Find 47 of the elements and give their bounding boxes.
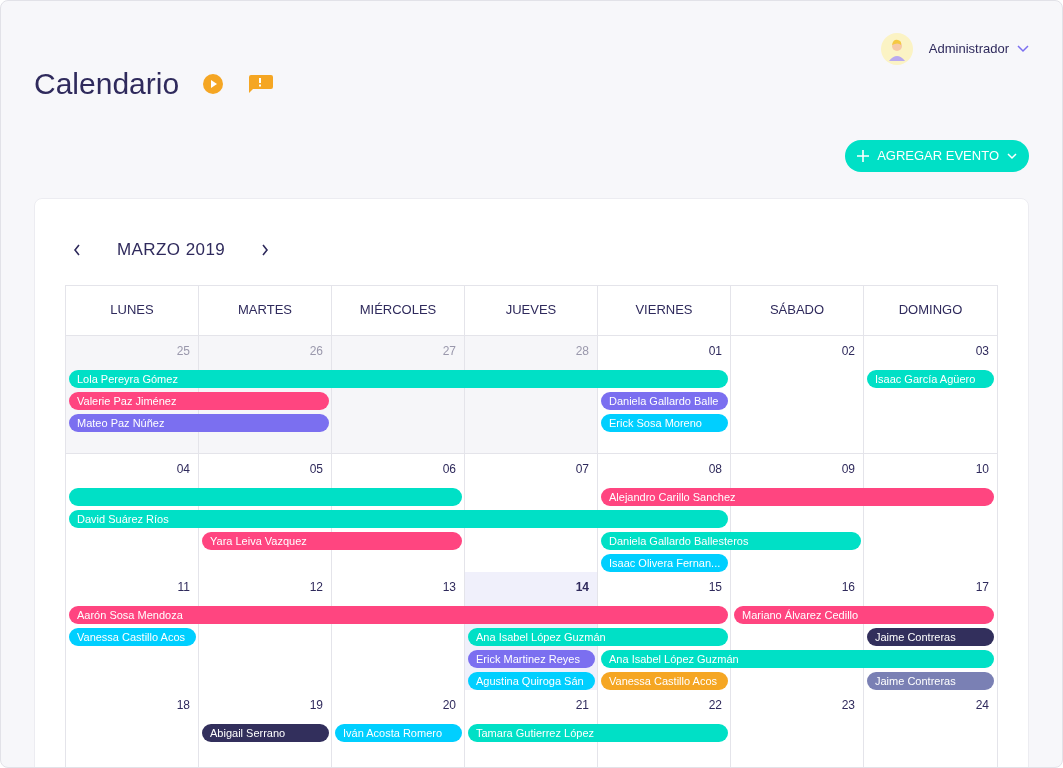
weekday-header: SÁBADO <box>731 285 864 335</box>
alert-message-icon[interactable] <box>247 74 274 93</box>
chevron-down-icon[interactable] <box>1017 45 1029 53</box>
chevron-right-icon <box>261 243 270 256</box>
add-event-button[interactable]: AGREGAR EVENTO <box>845 140 1029 172</box>
day-number: 07 <box>575 460 589 478</box>
day-number: 08 <box>708 460 722 478</box>
day-number: 03 <box>975 342 989 360</box>
month-title: MARZO 2019 <box>117 239 226 261</box>
day-number: 28 <box>575 342 589 360</box>
day-number: 20 <box>442 696 456 714</box>
day-number: 04 <box>176 460 190 478</box>
day-number: 24 <box>975 696 989 714</box>
chevron-left-icon <box>73 243 81 256</box>
weekday-header: MIÉRCOLES <box>332 285 465 335</box>
day-number: 27 <box>442 342 456 360</box>
day-number: 10 <box>975 460 989 478</box>
weekday-header: VIERNES <box>598 285 731 335</box>
day-number: 15 <box>708 578 722 596</box>
user-name[interactable]: Administrador <box>928 39 1009 59</box>
day-number: 17 <box>975 578 989 596</box>
day-number: 26 <box>309 342 323 360</box>
day-number: 16 <box>841 578 855 596</box>
avatar[interactable] <box>880 33 913 65</box>
day-number: 19 <box>309 696 323 714</box>
day-number: 05 <box>309 460 323 478</box>
day-number: 12 <box>309 578 323 596</box>
day-number: 23 <box>841 696 855 714</box>
plus-icon <box>857 150 870 162</box>
weekday-header: LUNES <box>66 285 199 335</box>
day-number: 22 <box>708 696 722 714</box>
play-icon[interactable] <box>203 73 224 94</box>
day-number: 06 <box>442 460 456 478</box>
day-number: 01 <box>708 342 722 360</box>
day-number: 09 <box>841 460 855 478</box>
day-number: 25 <box>176 342 190 360</box>
page-title: Calendario <box>34 66 180 102</box>
day-number: 21 <box>575 696 589 714</box>
day-number: 11 <box>177 578 190 596</box>
chevron-down-icon <box>1007 152 1017 160</box>
weekday-header: MARTES <box>199 285 332 335</box>
weekday-header: DOMINGO <box>897 301 964 320</box>
day-number: 13 <box>442 578 456 596</box>
day-number: 14 <box>575 578 589 596</box>
day-number: 02 <box>841 342 855 360</box>
weekday-header: JUEVES <box>465 285 598 335</box>
day-number: 18 <box>176 696 190 714</box>
